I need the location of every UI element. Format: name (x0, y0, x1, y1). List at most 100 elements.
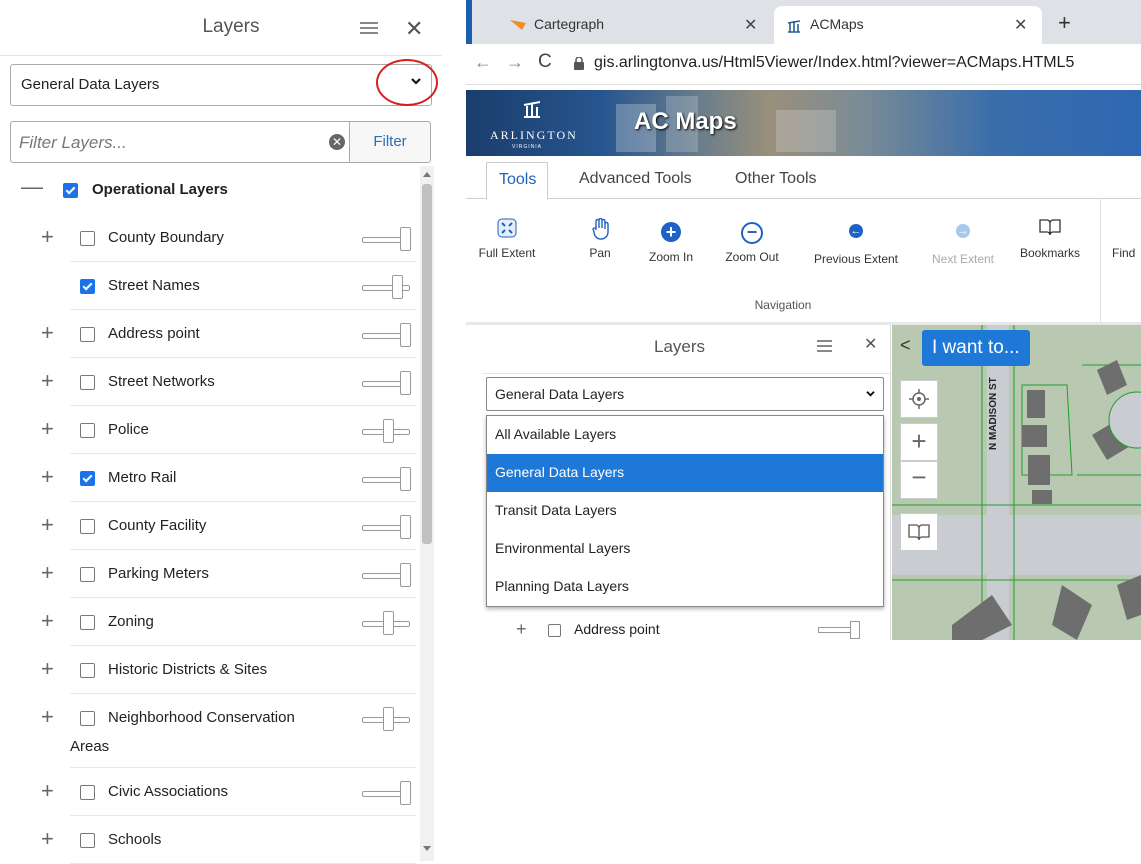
expand-icon[interactable]: + (41, 368, 54, 394)
layer-row[interactable]: + Address point (482, 619, 890, 640)
zoom-in-button[interactable]: + Zoom In (646, 218, 696, 264)
expand-icon[interactable]: + (41, 464, 54, 490)
expand-icon[interactable]: + (41, 560, 54, 586)
expand-icon[interactable]: + (41, 656, 54, 682)
layer-row[interactable]: + Parking Meters (0, 550, 416, 598)
find-button[interactable]: Find (1112, 246, 1141, 260)
pan-button[interactable]: Pan (580, 217, 620, 260)
layer-checkbox[interactable] (80, 327, 95, 342)
dropdown-option[interactable]: Planning Data Layers (487, 568, 883, 606)
layer-set-select[interactable]: General Data Layers (486, 377, 884, 411)
locate-button[interactable] (900, 380, 938, 418)
bookmarks-button[interactable]: Bookmarks (1010, 218, 1090, 260)
layer-row[interactable]: Street Names (0, 262, 416, 310)
layer-row[interactable]: + Civic Associations (0, 768, 416, 816)
layer-checkbox[interactable] (80, 711, 95, 726)
zoom-out-icon[interactable]: − (900, 461, 938, 499)
filter-input[interactable]: Filter Layers... ✕ (10, 121, 352, 163)
layer-row[interactable]: + County Facility (0, 502, 416, 550)
slider-thumb[interactable] (850, 621, 860, 639)
forward-icon[interactable]: → (506, 52, 524, 73)
expand-icon[interactable]: + (41, 826, 54, 852)
slider-thumb[interactable] (400, 563, 411, 587)
slider-thumb[interactable] (400, 323, 411, 347)
dropdown-option[interactable]: All Available Layers (487, 416, 883, 454)
opacity-slider[interactable] (362, 781, 411, 805)
new-tab-icon[interactable]: + (1058, 10, 1071, 36)
layer-row[interactable]: + Street Networks (0, 358, 416, 406)
slider-thumb[interactable] (400, 467, 411, 491)
full-extent-button[interactable]: Full Extent (472, 218, 542, 260)
scroll-down-icon[interactable] (423, 846, 431, 851)
group-checkbox[interactable] (63, 183, 78, 198)
expand-icon[interactable]: + (41, 512, 54, 538)
close-icon[interactable]: ✕ (864, 337, 877, 353)
dropdown-option[interactable]: Environmental Layers (487, 530, 883, 568)
layer-checkbox[interactable] (80, 615, 95, 630)
layer-row[interactable]: + Metro Rail (0, 454, 416, 502)
layer-checkbox[interactable] (80, 567, 95, 582)
tab-advanced-tools[interactable]: Advanced Tools (579, 170, 692, 188)
expand-icon[interactable]: + (41, 704, 54, 730)
slider-thumb[interactable] (400, 515, 411, 539)
dropdown-option[interactable]: General Data Layers (487, 454, 883, 492)
layer-group-row[interactable]: — Operational Layers (0, 166, 416, 214)
opacity-slider[interactable] (362, 707, 410, 731)
tab-other-tools[interactable]: Other Tools (735, 170, 817, 188)
expand-icon[interactable]: + (41, 224, 54, 250)
tab-cartegraph[interactable]: Cartegraph ✕ (486, 6, 771, 44)
expand-icon[interactable]: + (41, 778, 54, 804)
filter-button[interactable]: Filter (349, 121, 431, 163)
layer-checkbox[interactable] (80, 423, 95, 438)
scroll-up-icon[interactable] (423, 172, 431, 177)
layer-checkbox[interactable] (80, 663, 95, 678)
layer-row[interactable]: + Historic Districts & Sites (0, 646, 416, 694)
dropdown-option[interactable]: Transit Data Layers (487, 492, 883, 530)
bookmarks-map-button[interactable] (900, 513, 938, 551)
slider-thumb[interactable] (383, 419, 394, 443)
layer-row[interactable]: + County Boundary (0, 214, 416, 262)
zoom-out-button[interactable]: − Zoom Out (722, 218, 782, 264)
opacity-slider[interactable] (362, 323, 411, 347)
opacity-slider[interactable] (362, 275, 410, 299)
slider-thumb[interactable] (400, 227, 411, 251)
layer-row[interactable]: + Zoning (0, 598, 416, 646)
clear-icon[interactable]: ✕ (329, 134, 345, 150)
reload-icon[interactable]: C (538, 51, 552, 73)
layer-checkbox[interactable] (80, 471, 95, 486)
scrollbar[interactable] (420, 166, 434, 861)
opacity-slider[interactable] (362, 419, 410, 443)
layer-row[interactable]: + Police (0, 406, 416, 454)
back-icon[interactable]: ← (474, 52, 492, 73)
expand-icon[interactable]: + (41, 416, 54, 442)
layer-checkbox[interactable] (80, 519, 95, 534)
opacity-slider[interactable] (362, 563, 411, 587)
zoom-in-icon[interactable]: + (900, 423, 938, 461)
layer-checkbox[interactable] (80, 279, 95, 294)
previous-extent-button[interactable]: ← Previous Extent (806, 218, 906, 266)
collapse-icon[interactable]: — (21, 174, 43, 200)
layer-row[interactable]: + Address point (0, 310, 416, 358)
menu-icon[interactable] (360, 22, 378, 36)
tab-acmaps[interactable]: ACMaps ✕ (774, 6, 1042, 44)
expand-icon[interactable]: + (41, 608, 54, 634)
menu-icon[interactable] (817, 340, 832, 354)
next-extent-button[interactable]: → Next Extent (922, 218, 1004, 266)
close-icon[interactable]: ✕ (405, 18, 423, 40)
opacity-slider[interactable] (362, 467, 411, 491)
map-view[interactable]: < I want to... + − N MADISON ST (892, 325, 1141, 640)
slider-thumb[interactable] (400, 781, 411, 805)
layer-checkbox[interactable] (80, 785, 95, 800)
layer-checkbox[interactable] (548, 624, 561, 637)
scroll-thumb[interactable] (422, 184, 432, 544)
opacity-slider[interactable] (362, 227, 411, 251)
opacity-slider[interactable] (362, 371, 411, 395)
close-icon[interactable]: ✕ (1014, 15, 1027, 35)
collapse-panel-icon[interactable]: < (900, 335, 911, 356)
slider-thumb[interactable] (392, 275, 403, 299)
url-text[interactable]: gis.arlingtonva.us/Html5Viewer/Index.htm… (594, 54, 1074, 72)
layer-checkbox[interactable] (80, 375, 95, 390)
layer-row[interactable]: + Schools (0, 816, 416, 864)
opacity-slider[interactable] (362, 611, 410, 635)
slider-thumb[interactable] (383, 707, 394, 731)
